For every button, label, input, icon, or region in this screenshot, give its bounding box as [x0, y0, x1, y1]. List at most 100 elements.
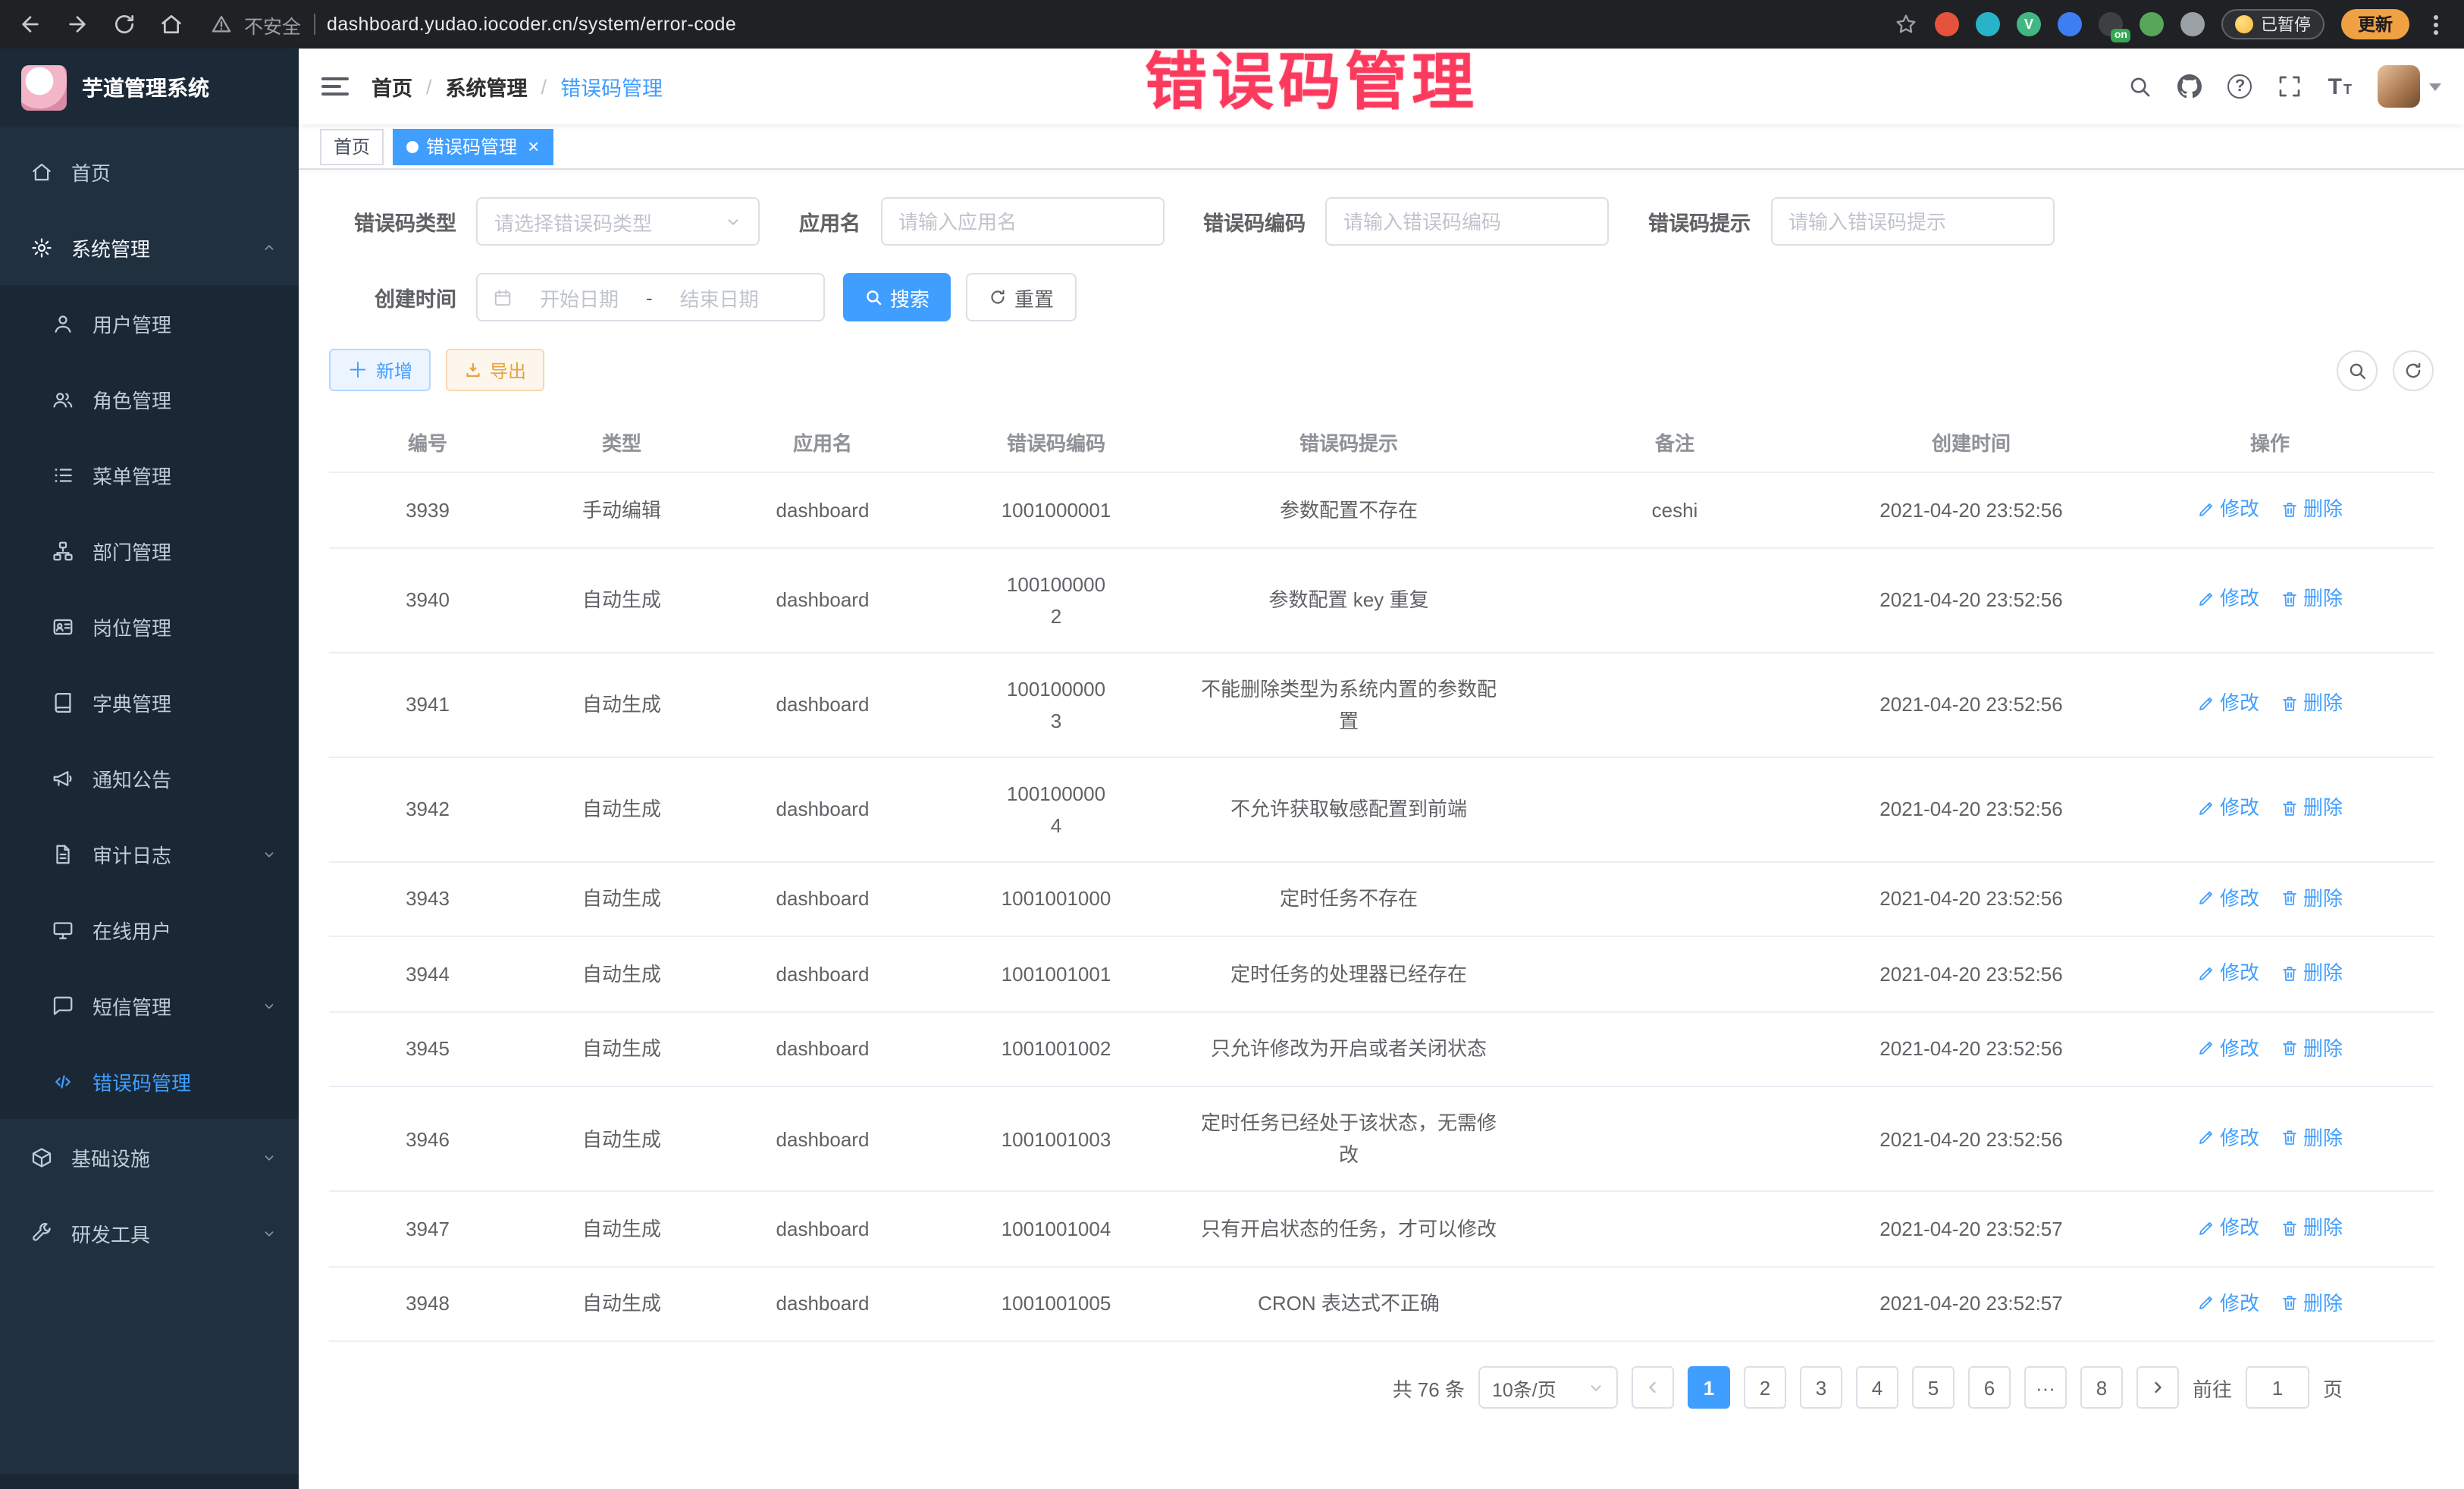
page-button-1[interactable]: 1: [1688, 1366, 1730, 1409]
sidebar-item-dept-management[interactable]: 部门管理: [0, 513, 299, 588]
refresh-table-button[interactable]: [2393, 350, 2434, 390]
fullscreen-icon[interactable]: [2278, 74, 2303, 99]
address-bar[interactable]: 不安全 dashboard.yudao.iocoder.cn/system/er…: [211, 10, 736, 39]
edit-link[interactable]: 修改: [2197, 957, 2259, 989]
paused-chip[interactable]: 已暂停: [2221, 9, 2324, 39]
add-button[interactable]: ＋ 新增: [329, 349, 431, 391]
table-row: 3939手动编辑dashboard1001000001参数配置不存在ceshi2…: [329, 472, 2434, 547]
table-row: 3945自动生成dashboard1001001002只允许修改为开启或者关闭状…: [329, 1011, 2434, 1086]
sidebar-item-error-code-management[interactable]: 错误码管理: [0, 1043, 299, 1119]
cell-code: 1001001000: [928, 861, 1184, 936]
delete-link[interactable]: 删除: [2281, 882, 2343, 914]
logo[interactable]: 芋道管理系统: [0, 49, 299, 127]
edit-link[interactable]: 修改: [2197, 1032, 2259, 1064]
export-button[interactable]: 导出: [446, 349, 544, 391]
extension-green-icon[interactable]: [2140, 12, 2164, 36]
page-button-4[interactable]: 4: [1856, 1366, 1898, 1409]
sidebar-item-dict-management[interactable]: 字典管理: [0, 664, 299, 740]
reset-button[interactable]: 重置: [966, 273, 1077, 321]
more-pages-button[interactable]: ···: [2024, 1366, 2067, 1409]
update-button[interactable]: 更新: [2341, 9, 2409, 39]
browser-home-icon[interactable]: [159, 12, 183, 36]
goto-page-input[interactable]: [2246, 1366, 2309, 1409]
sidebar-item-infrastructure[interactable]: 基础设施: [0, 1119, 299, 1195]
table-row: 3948自动生成dashboard1001001005CRON 表达式不正确20…: [329, 1266, 2434, 1341]
app-name-input[interactable]: [880, 197, 1164, 246]
goto-label: 前往: [2193, 1373, 2232, 1402]
close-icon[interactable]: ×: [528, 136, 539, 156]
chevron-up-icon: [261, 239, 277, 255]
delete-link[interactable]: 删除: [2281, 493, 2343, 525]
edit-link[interactable]: 修改: [2197, 792, 2259, 824]
bookmark-star-icon[interactable]: [1894, 12, 1918, 36]
cell-code: 1001000001: [928, 472, 1184, 547]
sidebar-item-audit-log[interactable]: 审计日志: [0, 816, 299, 892]
page-button-2[interactable]: 2: [1744, 1366, 1786, 1409]
cell-type: 自动生成: [526, 936, 717, 1011]
edit-link[interactable]: 修改: [2197, 1122, 2259, 1154]
delete-link[interactable]: 删除: [2281, 957, 2343, 989]
edit-link[interactable]: 修改: [2197, 688, 2259, 719]
delete-link[interactable]: 删除: [2281, 1287, 2343, 1318]
sidebar-item-role-management[interactable]: 角色管理: [0, 361, 299, 437]
prev-page-button[interactable]: [1632, 1366, 1674, 1409]
font-size-icon[interactable]: TT: [2328, 74, 2352, 99]
breadcrumb-item[interactable]: 系统管理: [446, 71, 528, 102]
sidebar-item-notice[interactable]: 通知公告: [0, 740, 299, 816]
delete-link[interactable]: 删除: [2281, 792, 2343, 824]
delete-link[interactable]: 删除: [2281, 583, 2343, 615]
extension-vue-devtools-icon[interactable]: V: [2017, 12, 2041, 36]
next-page-button[interactable]: [2136, 1366, 2179, 1409]
help-icon[interactable]: ?: [2228, 74, 2252, 99]
edit-link[interactable]: 修改: [2197, 493, 2259, 525]
edit-link[interactable]: 修改: [2197, 583, 2259, 615]
delete-link[interactable]: 删除: [2281, 688, 2343, 719]
date-range-picker[interactable]: 开始日期 - 结束日期: [476, 273, 825, 321]
sidebar-item-home[interactable]: 首页: [0, 133, 299, 209]
cell-created: 2021-04-20 23:52:57: [1836, 1266, 2106, 1341]
hamburger-icon[interactable]: [321, 77, 349, 96]
sidebar-item-online-users[interactable]: 在线用户: [0, 892, 299, 967]
reload-icon[interactable]: [112, 12, 136, 36]
extension-dark-icon[interactable]: on: [2099, 12, 2123, 36]
page-button-3[interactable]: 3: [1800, 1366, 1842, 1409]
page-button-8[interactable]: 8: [2080, 1366, 2123, 1409]
sidebar-item-dev-tools[interactable]: 研发工具: [0, 1195, 299, 1271]
forward-icon[interactable]: [65, 12, 89, 36]
sidebar-item-system-management[interactable]: 系统管理: [0, 209, 299, 285]
delete-link[interactable]: 删除: [2281, 1122, 2343, 1154]
error-code-input[interactable]: [1325, 197, 1609, 246]
sidebar-item-menu-management[interactable]: 菜单管理: [0, 437, 299, 513]
search-icon[interactable]: [2128, 74, 2152, 99]
extension-grid-icon[interactable]: [2058, 12, 2082, 36]
github-icon[interactable]: [2178, 74, 2202, 99]
error-message-input[interactable]: [1770, 197, 2054, 246]
edit-link[interactable]: 修改: [2197, 882, 2259, 914]
kebab-menu-icon[interactable]: [2426, 11, 2446, 37]
sidebar-item-label: 通知公告: [92, 763, 171, 792]
delete-link[interactable]: 删除: [2281, 1032, 2343, 1064]
sidebar-item-user-management[interactable]: 用户管理: [0, 285, 299, 361]
edit-link[interactable]: 修改: [2197, 1287, 2259, 1318]
delete-link[interactable]: 删除: [2281, 1212, 2343, 1243]
cell-type: 自动生成: [526, 547, 717, 652]
extension-teal-icon[interactable]: [1976, 12, 2000, 36]
tab-home[interactable]: 首页: [320, 128, 384, 165]
breadcrumb-item[interactable]: 首页: [371, 71, 412, 102]
edit-link[interactable]: 修改: [2197, 1212, 2259, 1243]
toggle-search-button[interactable]: [2337, 350, 2378, 390]
sidebar-item-sms-management[interactable]: 短信管理: [0, 967, 299, 1043]
page-button-6[interactable]: 6: [1968, 1366, 2011, 1409]
search-button[interactable]: 搜索: [843, 273, 951, 321]
chevron-down-icon: [261, 1224, 277, 1241]
sidebar-item-post-management[interactable]: 岗位管理: [0, 588, 299, 664]
extension-red-icon[interactable]: [1935, 12, 1959, 36]
extension-pin-icon[interactable]: [2180, 12, 2205, 36]
tab-error-code[interactable]: 错误码管理×: [393, 128, 553, 165]
cell-actions: 修改删除: [2106, 1086, 2434, 1191]
user-avatar[interactable]: [2378, 65, 2441, 108]
error-type-select[interactable]: 请选择错误码类型: [476, 197, 760, 246]
back-icon[interactable]: [18, 12, 42, 36]
page-size-select[interactable]: 10条/页: [1478, 1366, 1618, 1409]
page-button-5[interactable]: 5: [1912, 1366, 1955, 1409]
